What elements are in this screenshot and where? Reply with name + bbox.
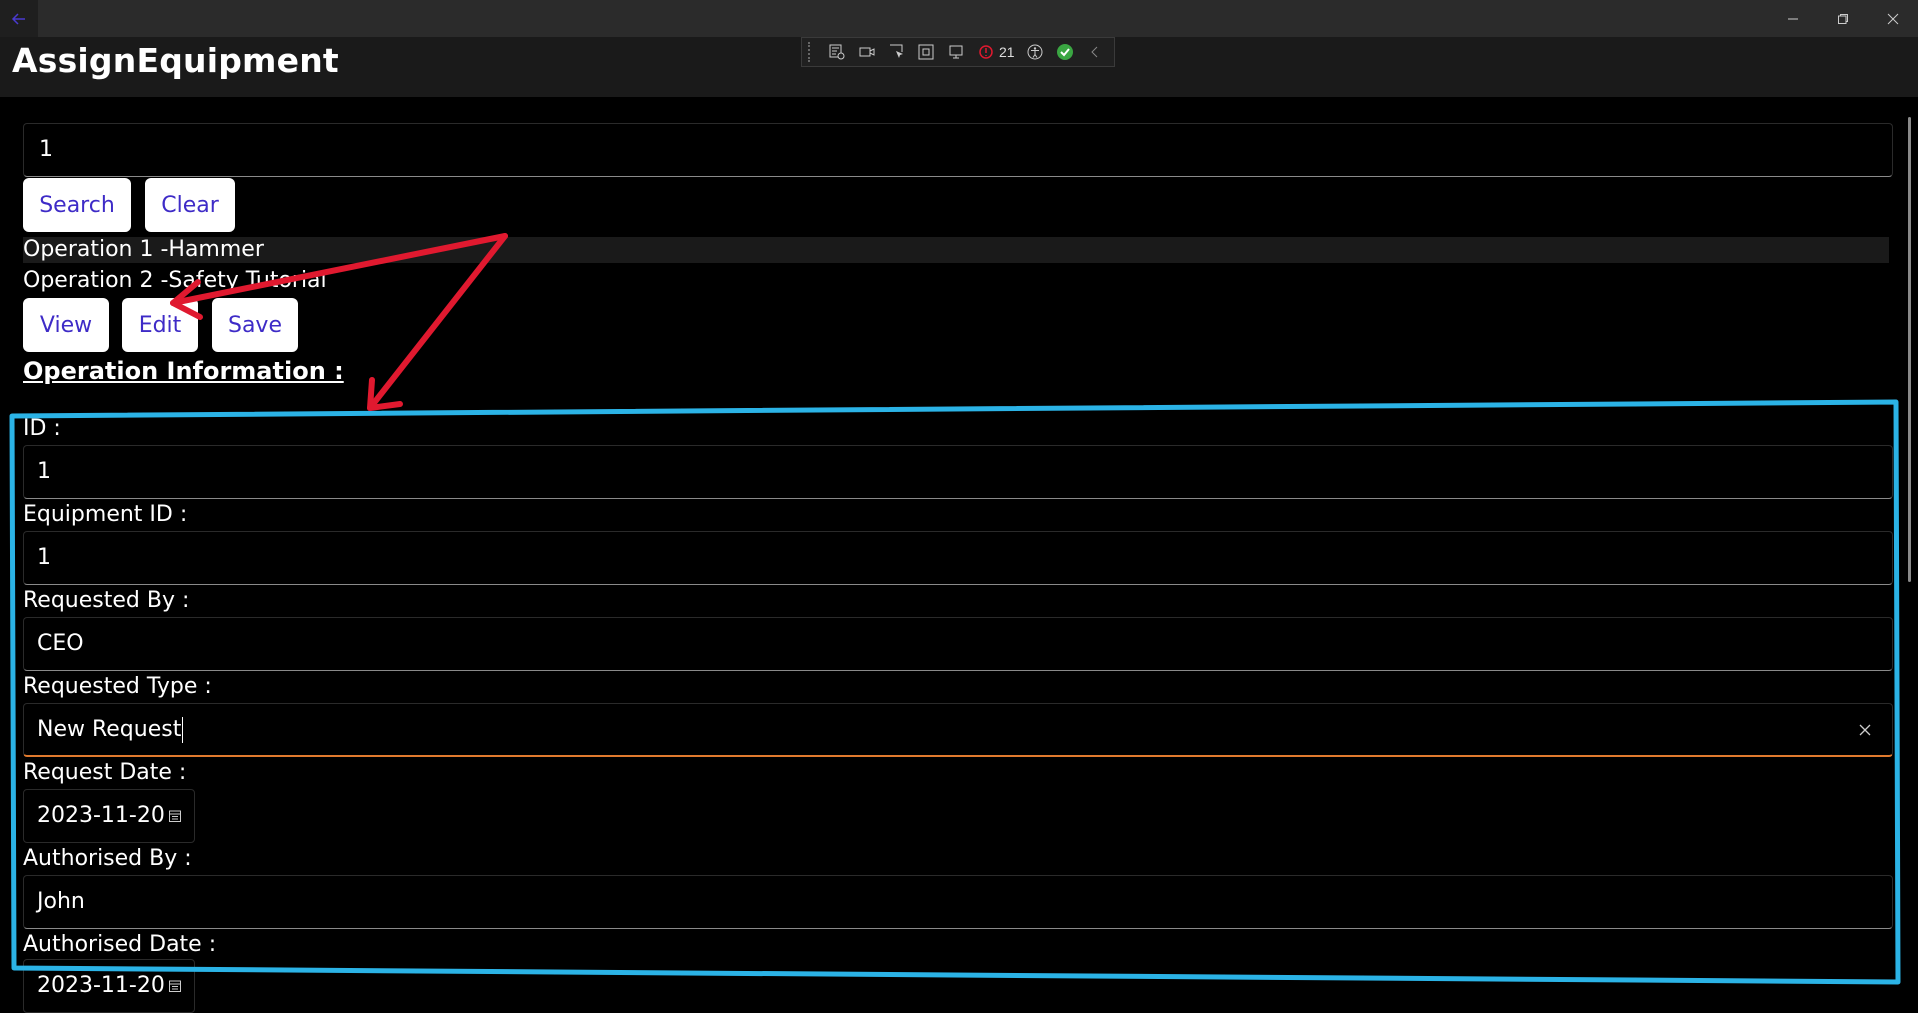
page-title: AssignEquipment [12, 41, 339, 80]
back-arrow-icon [11, 12, 25, 25]
hot-reload-ok-icon[interactable] [1052, 40, 1078, 64]
restore-icon [1838, 13, 1848, 24]
requested-by-label: Requested By : [23, 588, 190, 613]
authorised-by-field[interactable]: John [23, 875, 1893, 929]
vertical-scrollbar[interactable] [1908, 117, 1911, 582]
request-date-label: Request Date : [23, 760, 187, 785]
authorised-date-value: 2023-11-20 [37, 973, 165, 998]
back-button[interactable] [0, 0, 38, 37]
id-field[interactable]: 1 [23, 445, 1893, 499]
equipment-id-label: Equipment ID : [23, 502, 188, 527]
calendar-icon[interactable] [168, 790, 182, 842]
clear-text-button[interactable] [1858, 704, 1872, 756]
authorised-date-label: Authorised Date : [23, 932, 217, 957]
authorised-date-picker[interactable]: 2023-11-20 [23, 959, 195, 1013]
minimize-button[interactable] [1768, 0, 1818, 37]
authorised-by-label: Authorised By : [23, 846, 192, 871]
id-label: ID : [23, 416, 61, 441]
close-window-button[interactable] [1868, 0, 1918, 37]
text-caret [182, 717, 184, 743]
main-content: 1 Search Clear Operation 1 -Hammer Opera… [0, 97, 1918, 1013]
window-controls [1768, 0, 1918, 37]
view-button[interactable]: View [23, 298, 109, 352]
video-camera-icon[interactable] [854, 40, 880, 64]
requested-type-field[interactable]: New Request [23, 703, 1893, 757]
accessibility-icon[interactable] [1023, 40, 1049, 64]
requested-type-label: Requested Type : [23, 674, 212, 699]
requested-by-field[interactable]: CEO [23, 617, 1893, 671]
request-date-picker[interactable]: 2023-11-20 [23, 789, 195, 843]
minimize-icon [1788, 18, 1798, 19]
clear-button[interactable]: Clear [145, 178, 235, 232]
live-visual-tree-icon[interactable] [824, 40, 850, 64]
select-element-icon[interactable] [884, 40, 910, 64]
calendar-icon[interactable] [168, 960, 182, 1012]
save-button[interactable]: Save [212, 298, 298, 352]
track-focused-element-icon[interactable] [943, 40, 969, 64]
display-layout-adorners-icon[interactable] [913, 40, 939, 64]
window-titlebar [0, 0, 1918, 37]
requested-type-value: New Request [37, 717, 182, 742]
restore-button[interactable] [1818, 0, 1868, 37]
section-title: Operation Information : [23, 357, 344, 385]
edit-button[interactable]: Edit [122, 298, 198, 352]
debug-toolbar: 21 [801, 37, 1115, 67]
list-item[interactable]: Operation 2 -Safety Tutorial [23, 268, 327, 294]
search-input[interactable]: 1 [23, 123, 1893, 177]
binding-failure-count: 21 [998, 44, 1015, 60]
toolbar-grip[interactable] [808, 42, 814, 62]
search-button[interactable]: Search [23, 178, 131, 232]
close-icon [1887, 13, 1899, 24]
collapse-toolbar-icon[interactable] [1082, 40, 1108, 64]
request-date-value: 2023-11-20 [37, 803, 165, 828]
close-icon [1859, 724, 1871, 736]
equipment-id-field[interactable]: 1 [23, 531, 1893, 585]
binding-failures-icon[interactable] [973, 40, 999, 64]
list-item[interactable]: Operation 1 -Hammer [23, 237, 1889, 263]
